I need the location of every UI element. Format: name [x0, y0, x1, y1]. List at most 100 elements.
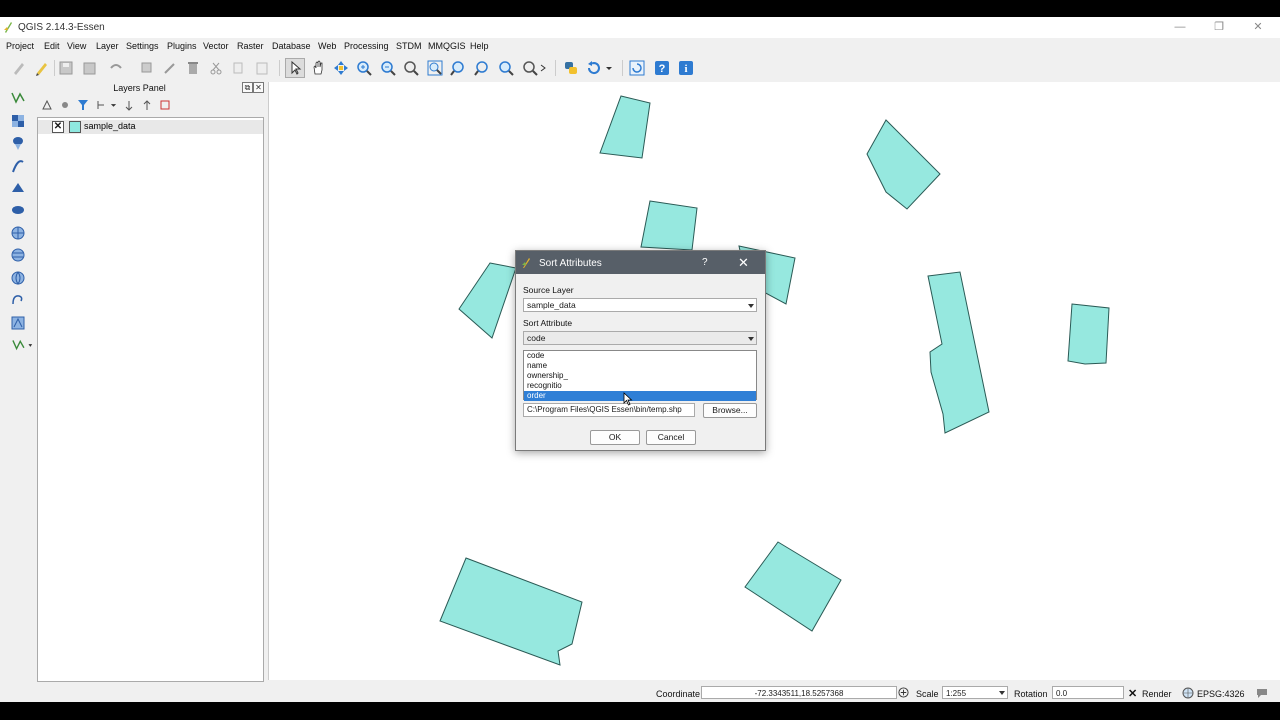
refresh-icon[interactable] — [584, 58, 604, 78]
source-layer-combo[interactable]: sample_data — [523, 298, 757, 312]
add-mssql-layer-icon[interactable] — [8, 178, 28, 198]
option-order[interactable]: order — [524, 391, 756, 401]
rotation-spinbox[interactable]: 0.0 — [1052, 686, 1124, 699]
filter-expression-icon[interactable] — [95, 98, 109, 112]
option-name[interactable]: name — [524, 361, 756, 371]
add-spatialite-layer-icon[interactable] — [8, 156, 28, 176]
zoom-last-icon[interactable] — [496, 58, 516, 78]
pan-to-selection-icon[interactable] — [331, 58, 351, 78]
zoom-full-icon[interactable] — [425, 58, 445, 78]
scale-combo[interactable]: 1:255 — [942, 686, 1008, 699]
sort-attribute-options: code name ownership_ recognitio order — [523, 350, 757, 401]
info-icon[interactable]: i — [676, 58, 696, 78]
menu-project[interactable]: Project — [6, 41, 34, 51]
crs-globe-icon[interactable] — [1182, 687, 1194, 699]
coordinate-field[interactable]: -72.3343511,18.5257368 — [701, 686, 897, 699]
add-vector-layer-icon[interactable] — [8, 88, 28, 108]
menu-stdm[interactable]: STDM — [396, 41, 422, 51]
close-panel-icon[interactable]: ✕ — [253, 82, 264, 93]
add-delimited-text-icon[interactable] — [8, 290, 28, 310]
crs-label[interactable]: EPSG:4326 — [1197, 689, 1245, 699]
menu-database[interactable]: Database — [272, 41, 311, 51]
add-virtual-layer-icon[interactable] — [8, 313, 28, 333]
browse-button[interactable]: Browse... — [703, 403, 757, 418]
add-group-icon[interactable] — [58, 98, 72, 112]
option-recognitio[interactable]: recognitio — [524, 381, 756, 391]
chevron-down-icon — [748, 304, 754, 308]
more-tools-icon[interactable] — [539, 58, 549, 78]
move-feature-icon[interactable] — [160, 58, 180, 78]
add-wms-layer-icon[interactable] — [8, 223, 28, 243]
save-icon[interactable] — [56, 58, 76, 78]
expand-all-icon[interactable] — [122, 98, 136, 112]
menu-mmqgis[interactable]: MMQGIS — [428, 41, 466, 51]
parcel-polygon — [439, 557, 583, 666]
dialog-help-button[interactable]: ? — [702, 257, 708, 268]
collapse-all-icon[interactable] — [140, 98, 154, 112]
zoom-out-icon[interactable] — [378, 58, 398, 78]
menu-settings[interactable]: Settings — [126, 41, 159, 51]
option-code[interactable]: code — [524, 351, 756, 361]
main-toolbar: ? i — [0, 56, 1280, 81]
cancel-button[interactable]: Cancel — [646, 430, 696, 445]
cut-icon[interactable] — [206, 58, 226, 78]
add-raster-layer-icon[interactable] — [8, 111, 28, 131]
filter-dropdown-icon[interactable] — [109, 98, 117, 112]
menu-vector[interactable]: Vector — [203, 41, 229, 51]
qgis-plugin-icon[interactable] — [627, 58, 647, 78]
pan-cursor-icon[interactable] — [285, 58, 305, 78]
remove-layer-icon[interactable] — [158, 98, 172, 112]
sort-attributes-dialog: Sort Attributes ? ✕ Source Layer sample_… — [515, 250, 766, 451]
close-window-button[interactable]: ✕ — [1248, 20, 1268, 34]
sort-attribute-combo[interactable]: code — [523, 331, 757, 345]
node-tool-icon[interactable] — [137, 58, 157, 78]
undock-icon[interactable]: ⧉ — [242, 82, 253, 93]
paste-icon[interactable] — [252, 58, 272, 78]
menu-plugins[interactable]: Plugins — [167, 41, 197, 51]
minimize-button[interactable]: — — [1170, 20, 1190, 34]
delete-icon[interactable] — [183, 58, 203, 78]
scale-value: 1:255 — [946, 689, 967, 698]
menu-web[interactable]: Web — [318, 41, 336, 51]
python-icon[interactable] — [561, 58, 581, 78]
refresh-dropdown-icon[interactable] — [603, 58, 615, 78]
option-ownership[interactable]: ownership_ — [524, 371, 756, 381]
layer-item[interactable]: ✕ sample_data — [38, 120, 263, 134]
menu-help[interactable]: Help — [470, 41, 489, 51]
render-checkbox[interactable]: ✕ — [1128, 687, 1137, 700]
zoom-in-icon[interactable] — [354, 58, 374, 78]
add-wcs-layer-icon[interactable] — [8, 245, 28, 265]
pan-hand-icon[interactable] — [308, 58, 328, 78]
new-layer-icon[interactable] — [8, 335, 38, 355]
add-oracle-layer-icon[interactable] — [8, 200, 28, 220]
digitize-icon[interactable] — [9, 58, 29, 78]
copy-icon[interactable] — [229, 58, 249, 78]
help-icon[interactable]: ? — [652, 58, 672, 78]
restore-button[interactable]: ❐ — [1209, 20, 1229, 34]
zoom-native-icon[interactable] — [401, 58, 421, 78]
add-feature-icon[interactable] — [106, 58, 126, 78]
messages-icon[interactable] — [1256, 687, 1268, 699]
add-wfs-layer-icon[interactable] — [8, 268, 28, 288]
menu-view[interactable]: View — [67, 41, 86, 51]
zoom-selection-icon[interactable] — [472, 58, 492, 78]
layers-panel-toolbar — [37, 97, 264, 115]
menu-layer[interactable]: Layer — [96, 41, 119, 51]
add-postgis-layer-icon[interactable] — [8, 133, 28, 153]
menu-processing[interactable]: Processing — [344, 41, 389, 51]
pencil-icon[interactable] — [32, 58, 52, 78]
style-manager-icon[interactable] — [40, 98, 54, 112]
menu-edit[interactable]: Edit — [44, 41, 60, 51]
dialog-close-button[interactable]: ✕ — [738, 255, 749, 271]
zoom-layer-icon[interactable] — [448, 58, 468, 78]
extents-toggle-icon[interactable] — [896, 685, 910, 699]
save-as-icon[interactable] — [80, 58, 100, 78]
output-path-field[interactable]: C:\Program Files\QGIS Essen\bin/temp.shp — [523, 403, 695, 417]
menu-raster[interactable]: Raster — [237, 41, 264, 51]
zoom-next-icon[interactable] — [520, 58, 540, 78]
parcel-polygon — [1067, 303, 1110, 365]
layer-visibility-checkbox[interactable]: ✕ — [52, 121, 64, 133]
ok-button[interactable]: OK — [590, 430, 640, 445]
filter-icon[interactable] — [76, 98, 90, 112]
map-canvas[interactable] — [268, 82, 1280, 680]
